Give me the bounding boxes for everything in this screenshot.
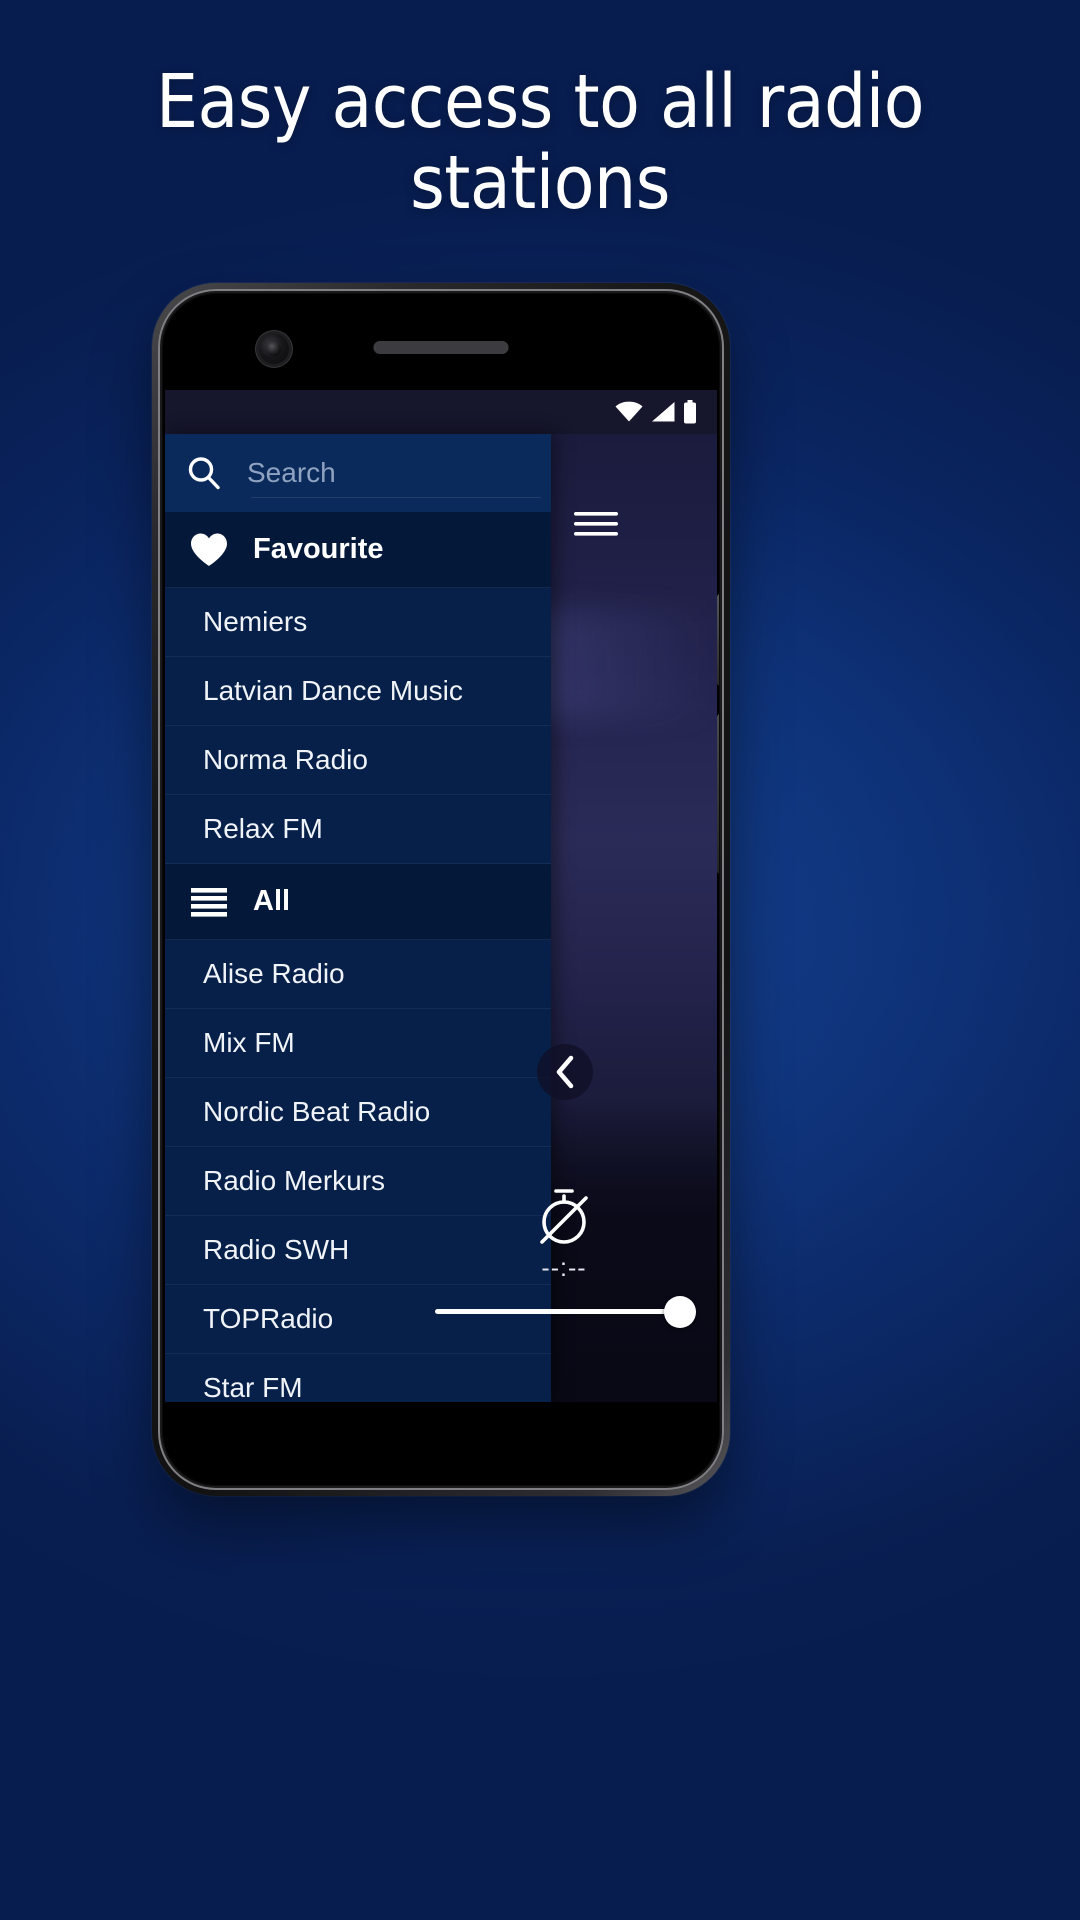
station-name: TOPRadio — [203, 1303, 334, 1334]
timer-off-icon[interactable] — [533, 1186, 595, 1248]
station-name: Radio Merkurs — [203, 1165, 386, 1196]
station-name: Radio SWH — [203, 1234, 350, 1265]
phone-inner-bezel: --:-- Search Favourite Nemiers Latvian D… — [158, 289, 724, 1490]
section-header-favourite[interactable]: Favourite — [165, 512, 551, 588]
collapse-drawer-button[interactable] — [537, 1044, 593, 1100]
list-lines-icon — [191, 887, 227, 917]
earpiece-speaker-icon — [373, 341, 509, 354]
phone-screen: --:-- Search Favourite Nemiers Latvian D… — [165, 390, 717, 1402]
station-name: Norma Radio — [203, 744, 368, 775]
list-item[interactable]: Mix FM — [165, 1009, 551, 1078]
volume-rocker[interactable] — [717, 714, 719, 874]
search-bar[interactable] — [165, 434, 551, 512]
station-name: Nemiers — [203, 606, 308, 637]
station-name: Latvian Dance Music — [203, 675, 463, 706]
list-item[interactable]: Latvian Dance Music — [165, 657, 551, 726]
front-camera-icon — [259, 334, 289, 364]
player-controls: --:-- — [435, 1186, 696, 1328]
page-headline: Easy access to all radio stations — [155, 59, 925, 227]
list-item[interactable]: Norma Radio — [165, 726, 551, 795]
volume-track[interactable] — [435, 1295, 696, 1328]
battery-icon — [684, 400, 696, 424]
list-item[interactable]: Nordic Beat Radio — [165, 1078, 551, 1147]
chevron-left-icon — [556, 1055, 574, 1089]
hamburger-menu-button[interactable] — [570, 498, 622, 550]
station-name: Star FM — [203, 1372, 303, 1402]
cellular-signal-icon — [652, 402, 675, 422]
heart-icon — [191, 533, 227, 566]
list-item[interactable]: Nemiers — [165, 588, 551, 657]
status-bar — [165, 390, 717, 434]
station-name: Alise Radio — [203, 958, 345, 989]
section-header-all[interactable]: All — [165, 864, 551, 940]
section-label-all: All — [253, 885, 291, 917]
search-input[interactable] — [247, 457, 487, 489]
volume-knob[interactable] — [664, 1295, 696, 1328]
power-button[interactable] — [717, 594, 719, 686]
list-item[interactable]: Alise Radio — [165, 940, 551, 1009]
phone-bottom-chin — [163, 1402, 719, 1485]
station-name: Nordic Beat Radio — [203, 1096, 431, 1127]
phone-screen-bezel: --:-- Search Favourite Nemiers Latvian D… — [163, 294, 719, 1485]
list-item[interactable]: Star FM — [165, 1354, 551, 1402]
station-name: Mix FM — [203, 1027, 295, 1058]
app-body: --:-- Search Favourite Nemiers Latvian D… — [165, 434, 717, 1402]
section-label-favourite: Favourite — [253, 533, 384, 565]
phone-device-frame: --:-- Search Favourite Nemiers Latvian D… — [152, 283, 730, 1496]
list-item[interactable]: Relax FM — [165, 795, 551, 864]
volume-slider[interactable] — [435, 1295, 696, 1328]
search-icon[interactable] — [187, 456, 221, 490]
hamburger-menu-icon — [574, 512, 618, 536]
sleep-timer-value: --:-- — [541, 1254, 587, 1282]
station-name: Relax FM — [203, 813, 323, 844]
wifi-icon — [615, 401, 643, 422]
